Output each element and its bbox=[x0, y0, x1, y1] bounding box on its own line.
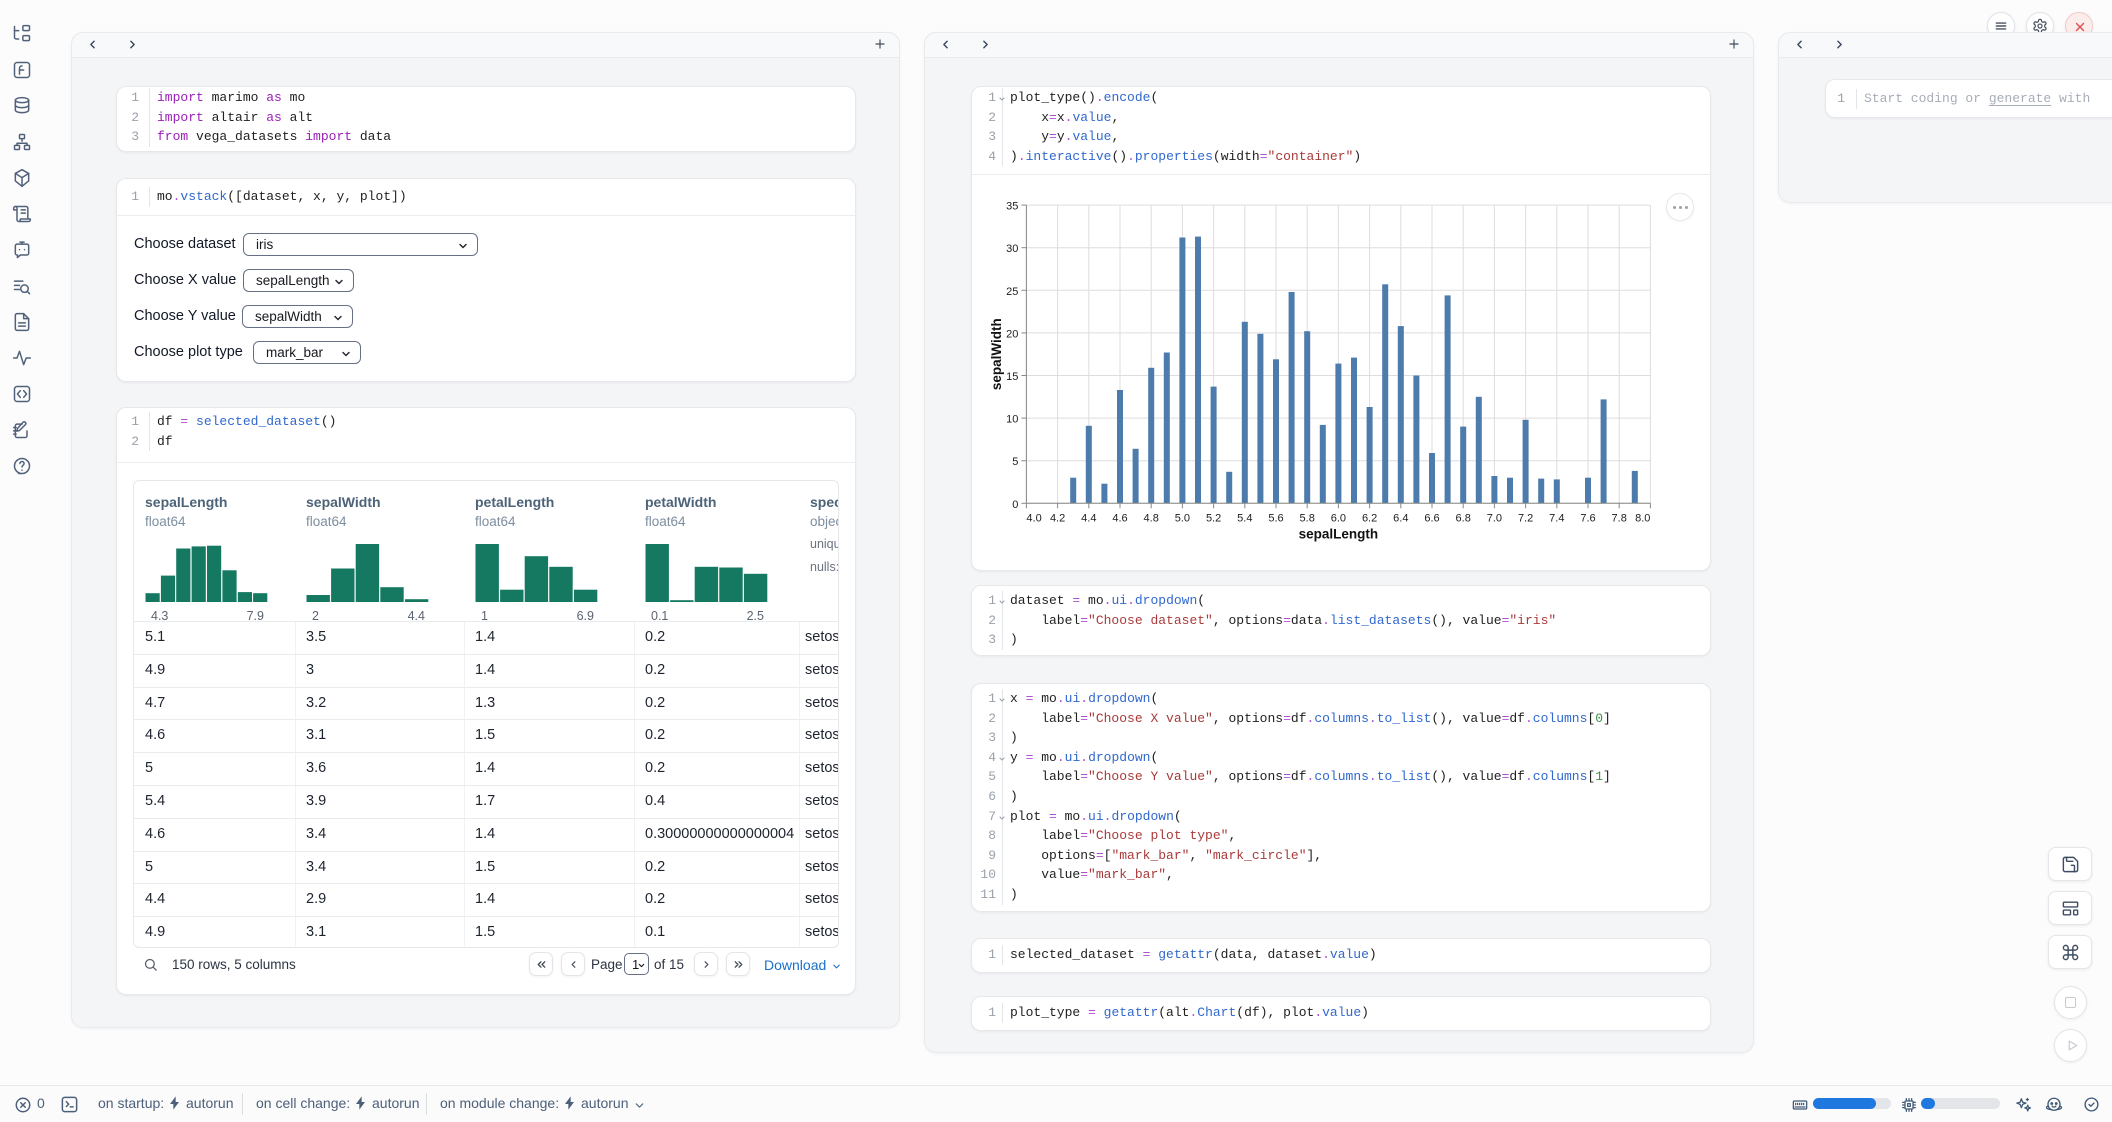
svg-text:20: 20 bbox=[1006, 328, 1018, 340]
svg-text:4.0: 4.0 bbox=[1026, 512, 1041, 524]
svg-text:30: 30 bbox=[1006, 243, 1018, 255]
svg-text:4.6: 4.6 bbox=[1112, 512, 1127, 524]
svg-text:10: 10 bbox=[1006, 414, 1018, 426]
svg-text:4.4: 4.4 bbox=[1081, 512, 1096, 524]
svg-text:8.0: 8.0 bbox=[1635, 512, 1650, 524]
svg-text:15: 15 bbox=[1006, 371, 1018, 383]
svg-text:5.6: 5.6 bbox=[1268, 512, 1283, 524]
svg-text:6.6: 6.6 bbox=[1424, 512, 1439, 524]
svg-text:5.4: 5.4 bbox=[1237, 512, 1252, 524]
svg-text:6.2: 6.2 bbox=[1362, 512, 1377, 524]
svg-text:25: 25 bbox=[1006, 286, 1018, 298]
svg-text:7.2: 7.2 bbox=[1518, 512, 1533, 524]
svg-text:35: 35 bbox=[1006, 201, 1018, 213]
svg-text:0: 0 bbox=[1012, 499, 1018, 511]
svg-text:7.6: 7.6 bbox=[1580, 512, 1595, 524]
svg-text:4.8: 4.8 bbox=[1144, 512, 1159, 524]
svg-text:5: 5 bbox=[1012, 456, 1018, 468]
svg-text:sepalLength: sepalLength bbox=[1299, 526, 1379, 541]
svg-text:sepalWidth: sepalWidth bbox=[989, 318, 1004, 390]
svg-text:7.0: 7.0 bbox=[1487, 512, 1502, 524]
svg-text:6.8: 6.8 bbox=[1456, 512, 1471, 524]
svg-text:5.2: 5.2 bbox=[1206, 512, 1221, 524]
svg-text:5.8: 5.8 bbox=[1300, 512, 1315, 524]
svg-text:6.0: 6.0 bbox=[1331, 512, 1346, 524]
svg-text:4.2: 4.2 bbox=[1050, 512, 1065, 524]
svg-text:5.0: 5.0 bbox=[1175, 512, 1190, 524]
svg-text:7.4: 7.4 bbox=[1549, 512, 1564, 524]
svg-text:7.8: 7.8 bbox=[1612, 512, 1627, 524]
svg-text:6.4: 6.4 bbox=[1393, 512, 1408, 524]
